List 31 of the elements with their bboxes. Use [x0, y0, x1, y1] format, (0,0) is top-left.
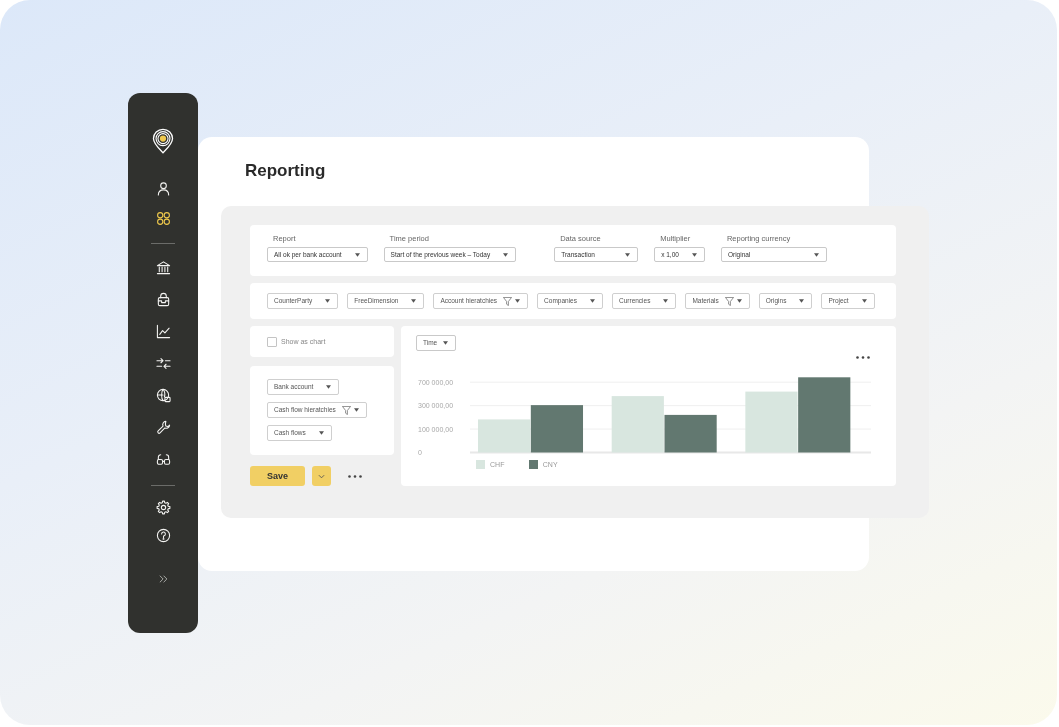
caret-icon — [861, 299, 867, 303]
caret-icon — [354, 252, 360, 257]
caret-icon — [326, 385, 332, 389]
caret-icon — [325, 299, 331, 303]
more-icon[interactable] — [348, 474, 362, 478]
pin-logo-icon — [152, 128, 174, 154]
caret-icon — [353, 408, 359, 412]
caret-icon — [691, 252, 697, 257]
caret-icon — [515, 299, 521, 303]
filter-icon — [503, 296, 513, 306]
caret-icon — [590, 299, 595, 303]
caret-icon — [799, 299, 805, 303]
caret-icon — [813, 252, 819, 257]
double-chevron-icon — [158, 575, 168, 583]
chart-bar — [530, 405, 583, 453]
caret-icon — [663, 299, 669, 303]
save-button[interactable]: Save — [250, 466, 305, 486]
chart-bar — [745, 391, 798, 453]
filter-icon — [724, 296, 734, 306]
page-title: Reporting — [245, 161, 326, 181]
caret-icon — [318, 431, 324, 435]
more-icon[interactable] — [856, 356, 870, 359]
caret-icon — [736, 299, 742, 303]
caret-icon — [625, 252, 631, 257]
chevron-down-icon — [318, 473, 325, 479]
caret-icon — [443, 341, 449, 345]
chart-bar — [478, 419, 531, 453]
filter-icon — [341, 405, 351, 415]
checkbox[interactable] — [267, 336, 277, 347]
caret-icon — [411, 299, 417, 303]
caret-icon — [503, 252, 509, 257]
